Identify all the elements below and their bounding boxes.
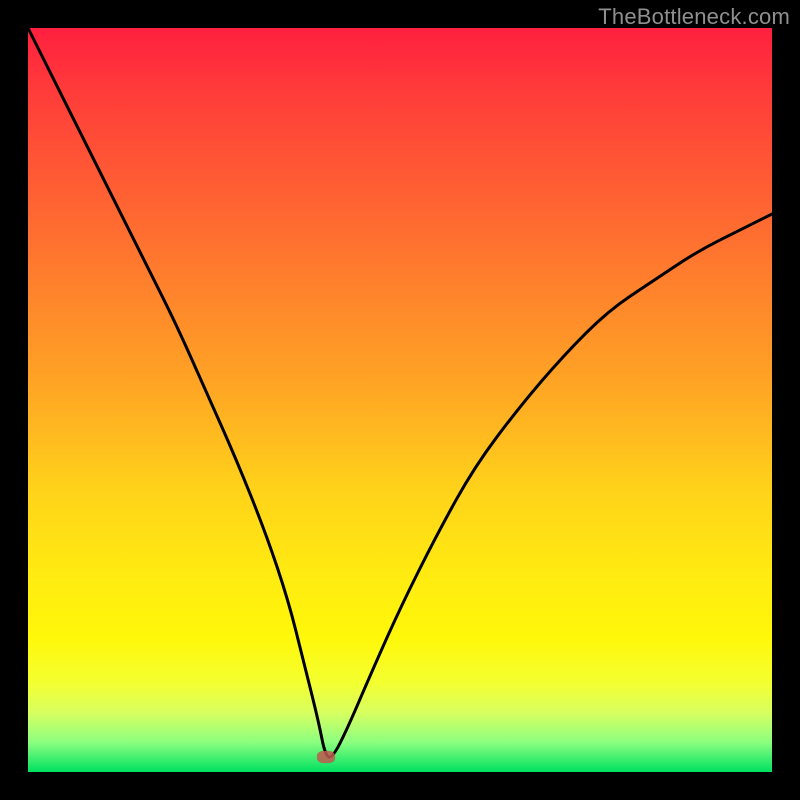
bottleneck-marker [317, 751, 335, 763]
bottleneck-curve [28, 28, 772, 772]
attribution-text: TheBottleneck.com [598, 4, 790, 30]
chart-frame [28, 28, 772, 772]
